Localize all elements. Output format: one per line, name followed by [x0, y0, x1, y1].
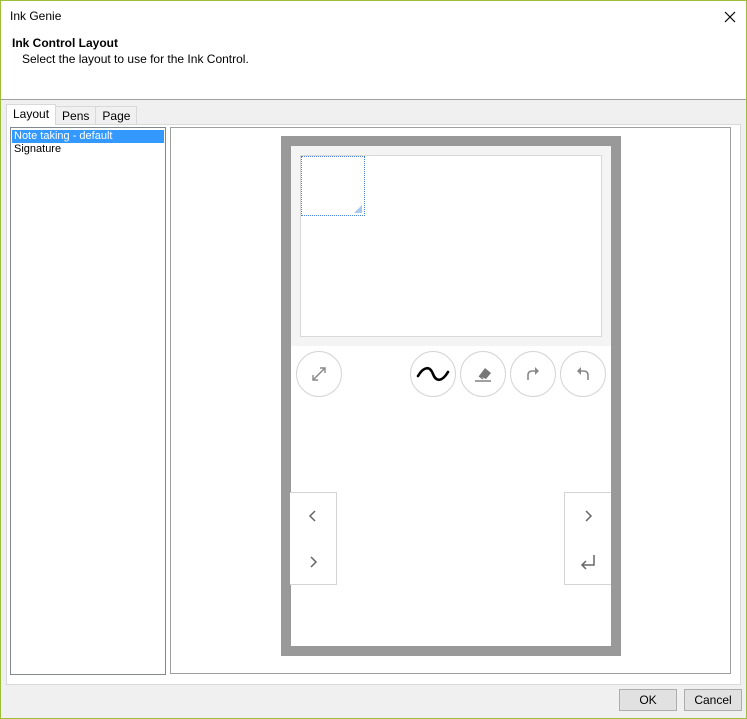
left-nav-panel: [290, 492, 337, 585]
title-bar: Ink Genie: [1, 1, 746, 32]
dialog-window: Ink Genie Ink Control Layout Select the …: [0, 0, 747, 719]
list-item-note-taking[interactable]: Note taking - default: [12, 130, 164, 143]
enter-button[interactable]: [565, 539, 611, 585]
undo-icon: [577, 367, 589, 380]
next-button-left[interactable]: [290, 539, 336, 585]
device-screen: [290, 146, 611, 646]
undo-button[interactable]: [560, 351, 606, 397]
ink-canvas[interactable]: [300, 155, 602, 337]
chevron-left-icon: [308, 510, 316, 522]
tab-pens[interactable]: Pens: [55, 106, 97, 125]
expand-button[interactable]: [296, 351, 342, 397]
page-subtitle: Select the layout to use for the Ink Con…: [22, 52, 249, 66]
expand-icon: [312, 367, 326, 381]
selection-box[interactable]: [301, 156, 365, 216]
layout-tab-panel: Note taking - default Signature: [6, 124, 741, 685]
tab-strip: Layout Pens Page: [6, 104, 138, 125]
layout-list[interactable]: Note taking - default Signature: [10, 127, 166, 675]
list-item-signature[interactable]: Signature: [12, 143, 164, 156]
previous-button[interactable]: [290, 493, 336, 539]
close-button[interactable]: [714, 1, 746, 32]
enter-icon: [580, 555, 595, 570]
eraser-icon: [475, 368, 491, 382]
close-icon: [724, 11, 736, 22]
eraser-button[interactable]: [460, 351, 506, 397]
redo-icon: [527, 367, 539, 380]
page-title: Ink Control Layout: [12, 36, 118, 50]
header-panel: Ink Control Layout Select the layout to …: [1, 32, 746, 100]
ok-button[interactable]: OK: [619, 689, 677, 711]
tab-page[interactable]: Page: [95, 106, 138, 125]
ink-area: [291, 146, 611, 346]
device-frame: [281, 136, 621, 656]
pen-button[interactable]: [410, 351, 456, 397]
resize-grip-icon[interactable]: [354, 205, 362, 213]
next-button-right[interactable]: [565, 493, 611, 539]
pen-stroke-icon: [416, 366, 450, 382]
chevron-right-icon: [585, 510, 593, 522]
chevron-right-icon: [310, 556, 318, 568]
layout-preview: [170, 127, 731, 674]
right-nav-panel: [564, 492, 611, 585]
cancel-button[interactable]: Cancel: [684, 689, 742, 711]
redo-button[interactable]: [510, 351, 556, 397]
window-title: Ink Genie: [10, 9, 62, 23]
tab-layout[interactable]: Layout: [6, 104, 57, 125]
